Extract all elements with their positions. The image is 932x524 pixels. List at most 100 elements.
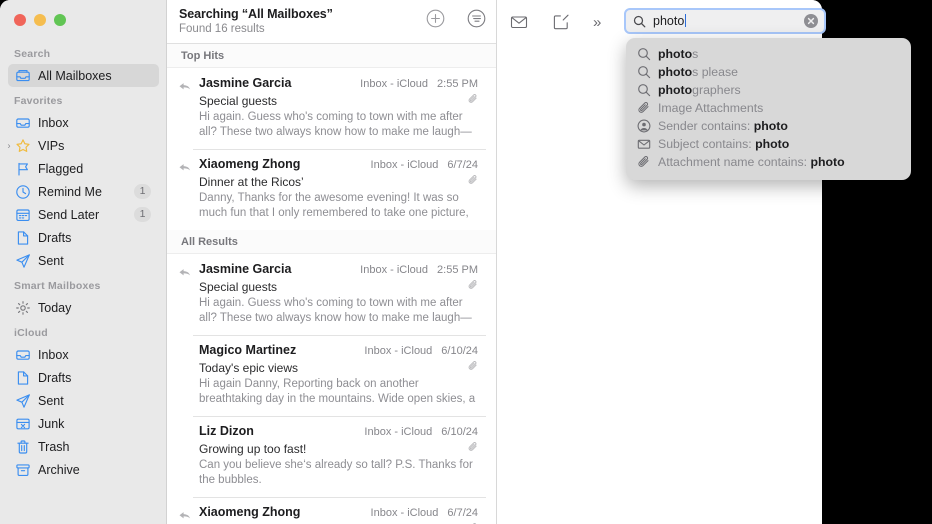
search-suggestion-label: photographers bbox=[658, 83, 741, 97]
plus-circle-icon[interactable] bbox=[426, 9, 445, 28]
list-header-actions bbox=[426, 9, 486, 28]
message-header-row: Liz DizonInbox - iCloud 6/10/24 bbox=[199, 424, 478, 438]
sidebar-item-remind-me[interactable]: Remind Me1 bbox=[8, 180, 159, 203]
message-subject-row: Dinner at the Ricos’ bbox=[199, 173, 478, 189]
sidebar-item-drafts[interactable]: Drafts bbox=[8, 226, 159, 249]
message-header-row: Jasmine GarciaInbox - iCloud2:55 PM bbox=[199, 262, 478, 276]
message-mailbox: Inbox - iCloud bbox=[360, 264, 428, 276]
search-suggestion-item[interactable]: photographers bbox=[626, 81, 911, 99]
message-mailbox: Inbox - iCloud bbox=[371, 159, 439, 171]
search-input-value[interactable]: photo bbox=[653, 14, 804, 28]
paperclip-icon bbox=[468, 359, 478, 371]
message-sender: Liz Dizon bbox=[199, 424, 364, 438]
sidebar-item-label: Sent bbox=[38, 394, 153, 408]
message-mailbox: Inbox - iCloud bbox=[364, 426, 432, 438]
message-subject: Special guests bbox=[199, 280, 468, 294]
search-suggestions-dropdown[interactable]: photos photos please photographers Image At… bbox=[626, 38, 911, 180]
search-suggestion-label: Sender contains: photo bbox=[658, 119, 788, 133]
message-list-item[interactable]: Magico MartinezInbox - iCloud6/10/24Toda… bbox=[167, 335, 496, 416]
sidebar-item-label: VIPs bbox=[38, 139, 153, 153]
compose-icon[interactable] bbox=[551, 12, 571, 32]
sidebar-item-vips[interactable]: ›VIPs bbox=[8, 134, 159, 157]
message-subject-row: Growing up too fast! bbox=[199, 440, 478, 456]
message-preview: Hi again Danny, Reporting back on anothe… bbox=[199, 377, 478, 407]
sidebar-scroll[interactable]: SearchAll MailboxesFavoritesInbox›VIPsFl… bbox=[0, 40, 167, 524]
archive-icon bbox=[14, 462, 31, 478]
clear-icon[interactable] bbox=[804, 14, 818, 28]
sidebar-item-junk[interactable]: Junk bbox=[8, 412, 159, 435]
paperclip-icon bbox=[468, 278, 478, 290]
message-list-item[interactable]: Jasmine GarciaInbox - iCloud2:55 PMSpeci… bbox=[167, 68, 496, 149]
sidebar-item-archive[interactable]: Archive bbox=[8, 458, 159, 481]
paperclip-icon bbox=[637, 155, 651, 169]
inbox-icon bbox=[14, 347, 31, 363]
search-icon bbox=[637, 47, 651, 61]
sidebar-item-trash[interactable]: Trash bbox=[8, 435, 159, 458]
filter-circle-icon[interactable] bbox=[467, 9, 486, 28]
window-controls bbox=[14, 14, 66, 26]
junk-icon bbox=[14, 416, 31, 432]
sidebar-item-label: Junk bbox=[38, 417, 153, 431]
search-input[interactable]: photo bbox=[624, 8, 826, 34]
search-icon bbox=[637, 65, 651, 79]
message-subject-row: Special guests bbox=[199, 92, 478, 108]
message-list-item[interactable]: Xiaomeng ZhongInbox - iCloud6/7/24Dinner… bbox=[167, 497, 496, 524]
search-suggestion-item[interactable]: Attachment name contains: photo bbox=[626, 153, 911, 171]
paperclip-icon bbox=[468, 173, 478, 185]
reply-arrow-icon bbox=[179, 160, 191, 170]
minimize-button[interactable] bbox=[34, 14, 46, 26]
message-list-item[interactable]: Jasmine GarciaInbox - iCloud2:55 PMSpeci… bbox=[167, 254, 496, 335]
reply-arrow-icon bbox=[179, 79, 191, 89]
chevron-right-icon[interactable]: › bbox=[4, 141, 14, 150]
sidebar-item-label: Sent bbox=[38, 254, 153, 268]
sidebar-item-label: Inbox bbox=[38, 348, 153, 362]
sidebar-item-sent[interactable]: Sent bbox=[8, 249, 159, 272]
draft-icon bbox=[14, 230, 31, 246]
sidebar-item-label: Trash bbox=[38, 440, 153, 454]
search-suggestion-label: photos please bbox=[658, 65, 738, 79]
sidebar-item-inbox[interactable]: Inbox bbox=[8, 111, 159, 134]
message-list-item[interactable]: Liz DizonInbox - iCloud 6/10/24 Growing up… bbox=[167, 416, 496, 497]
sidebar: SearchAll MailboxesFavoritesInbox›VIPsFl… bbox=[0, 0, 167, 524]
sidebar-item-all-mailboxes[interactable]: All Mailboxes bbox=[8, 64, 159, 87]
sidebar-item-label: Drafts bbox=[38, 231, 153, 245]
sidebar-section-header: Favorites bbox=[0, 95, 167, 107]
search-suggestion-item[interactable]: Subject contains: photo bbox=[626, 135, 911, 153]
message-subject: Special guests bbox=[199, 94, 468, 108]
message-date: 6/10/24 bbox=[441, 426, 478, 438]
message-date: 6/10/24 bbox=[441, 345, 478, 357]
sidebar-item-flagged[interactable]: Flagged bbox=[8, 157, 159, 180]
message-header-row: Xiaomeng ZhongInbox - iCloud6/7/24 bbox=[199, 505, 478, 519]
message-header-row: Xiaomeng ZhongInbox - iCloud6/7/24 bbox=[199, 157, 478, 171]
sidebar-item-today[interactable]: Today bbox=[8, 296, 159, 319]
search-suggestion-label: Subject contains: photo bbox=[658, 137, 789, 151]
trash-icon bbox=[14, 439, 31, 455]
sidebar-item-drafts[interactable]: Drafts bbox=[8, 366, 159, 389]
message-group-header: All Results bbox=[167, 230, 496, 254]
sidebar-item-label: Inbox bbox=[38, 116, 153, 130]
message-list[interactable]: Top HitsJasmine GarciaInbox - iCloud2:55… bbox=[167, 44, 496, 524]
inbox-icon bbox=[14, 115, 31, 131]
message-mailbox: Inbox - iCloud bbox=[360, 78, 428, 90]
search-suggestion-item[interactable]: photos bbox=[626, 45, 911, 63]
message-list-item[interactable]: Xiaomeng ZhongInbox - iCloud6/7/24 Dinner… bbox=[167, 149, 496, 230]
sidebar-item-send-later[interactable]: Send Later1 bbox=[8, 203, 159, 226]
envelope-icon[interactable] bbox=[509, 12, 529, 32]
message-list-column: Searching “All Mailboxes” Found 16 resul… bbox=[167, 0, 497, 524]
sent-icon bbox=[14, 253, 31, 269]
sidebar-item-label: Drafts bbox=[38, 371, 153, 385]
search-icon bbox=[637, 83, 651, 97]
sidebar-item-inbox[interactable]: Inbox bbox=[8, 343, 159, 366]
chevron-double-right-icon[interactable]: » bbox=[593, 14, 600, 31]
search-suggestion-item[interactable]: photos please bbox=[626, 63, 911, 81]
calendar-icon bbox=[14, 207, 31, 223]
message-date: 2:55 PM bbox=[437, 264, 478, 276]
sidebar-item-label: All Mailboxes bbox=[38, 69, 153, 83]
search-suggestion-item[interactable]: Sender contains: photo bbox=[626, 117, 911, 135]
zoom-button[interactable] bbox=[54, 14, 66, 26]
close-button[interactable] bbox=[14, 14, 26, 26]
unread-badge: 1 bbox=[134, 207, 151, 222]
search-suggestion-item[interactable]: Image Attachments bbox=[626, 99, 911, 117]
sidebar-item-sent[interactable]: Sent bbox=[8, 389, 159, 412]
message-subject: Growing up too fast! bbox=[199, 442, 468, 456]
